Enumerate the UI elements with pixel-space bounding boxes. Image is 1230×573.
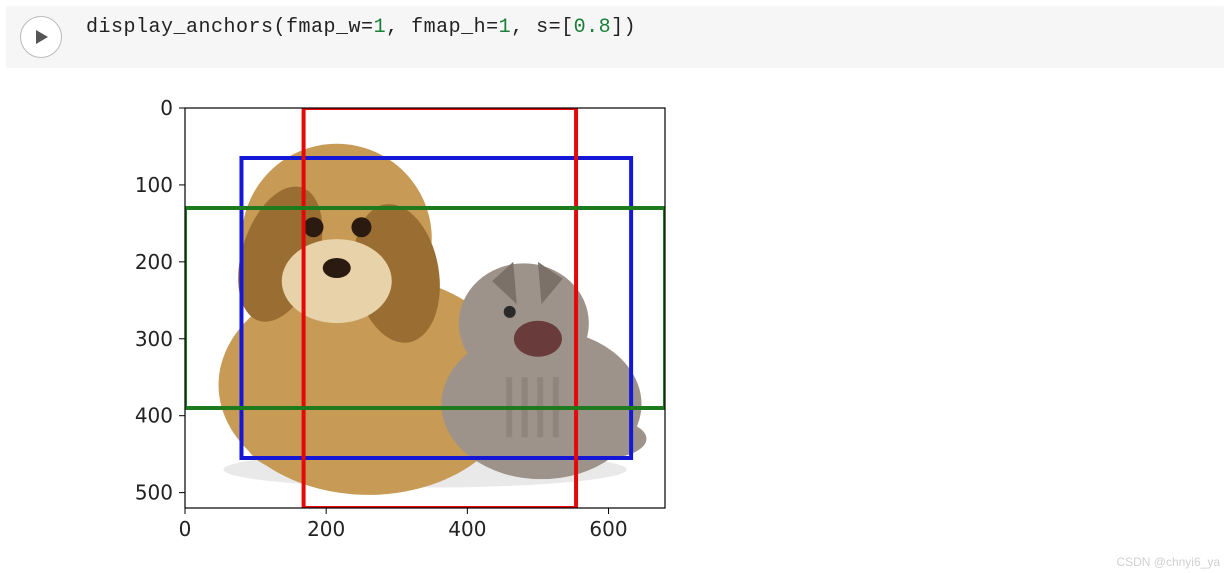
xtick-label: 0	[179, 517, 192, 541]
ytick-label: 0	[160, 96, 173, 120]
play-icon	[32, 28, 50, 46]
output-area: 0 200 400 600 0 100 200 300 400 500 CSDN @chnyi6_…	[0, 68, 1230, 573]
code-arg-fmap_w: 1	[374, 16, 387, 39]
xtick-label: 200	[307, 517, 345, 541]
code-cell: display_anchors(fmap_w=1, fmap_h=1, s=[0…	[6, 6, 1224, 68]
ytick-label: 400	[135, 404, 173, 428]
background-image	[185, 108, 665, 508]
xtick-label: 400	[448, 517, 486, 541]
anchor-plot: 0 200 400 600 0 100 200 300 400 500	[100, 88, 800, 568]
run-button[interactable]	[20, 16, 62, 58]
ytick-label: 300	[135, 327, 173, 351]
code-fn: display_anchors	[86, 16, 274, 39]
ytick-label: 100	[135, 173, 173, 197]
code-arg-fmap_h: 1	[499, 16, 512, 39]
ytick-label: 200	[135, 250, 173, 274]
ytick-label: 500	[135, 481, 173, 505]
code-arg-s: 0.8	[574, 16, 612, 39]
xtick-label: 600	[589, 517, 627, 541]
watermark-text: CSDN @chnyi6_ya	[1116, 555, 1220, 569]
code-content: display_anchors(fmap_w=1, fmap_h=1, s=[0…	[86, 16, 636, 39]
